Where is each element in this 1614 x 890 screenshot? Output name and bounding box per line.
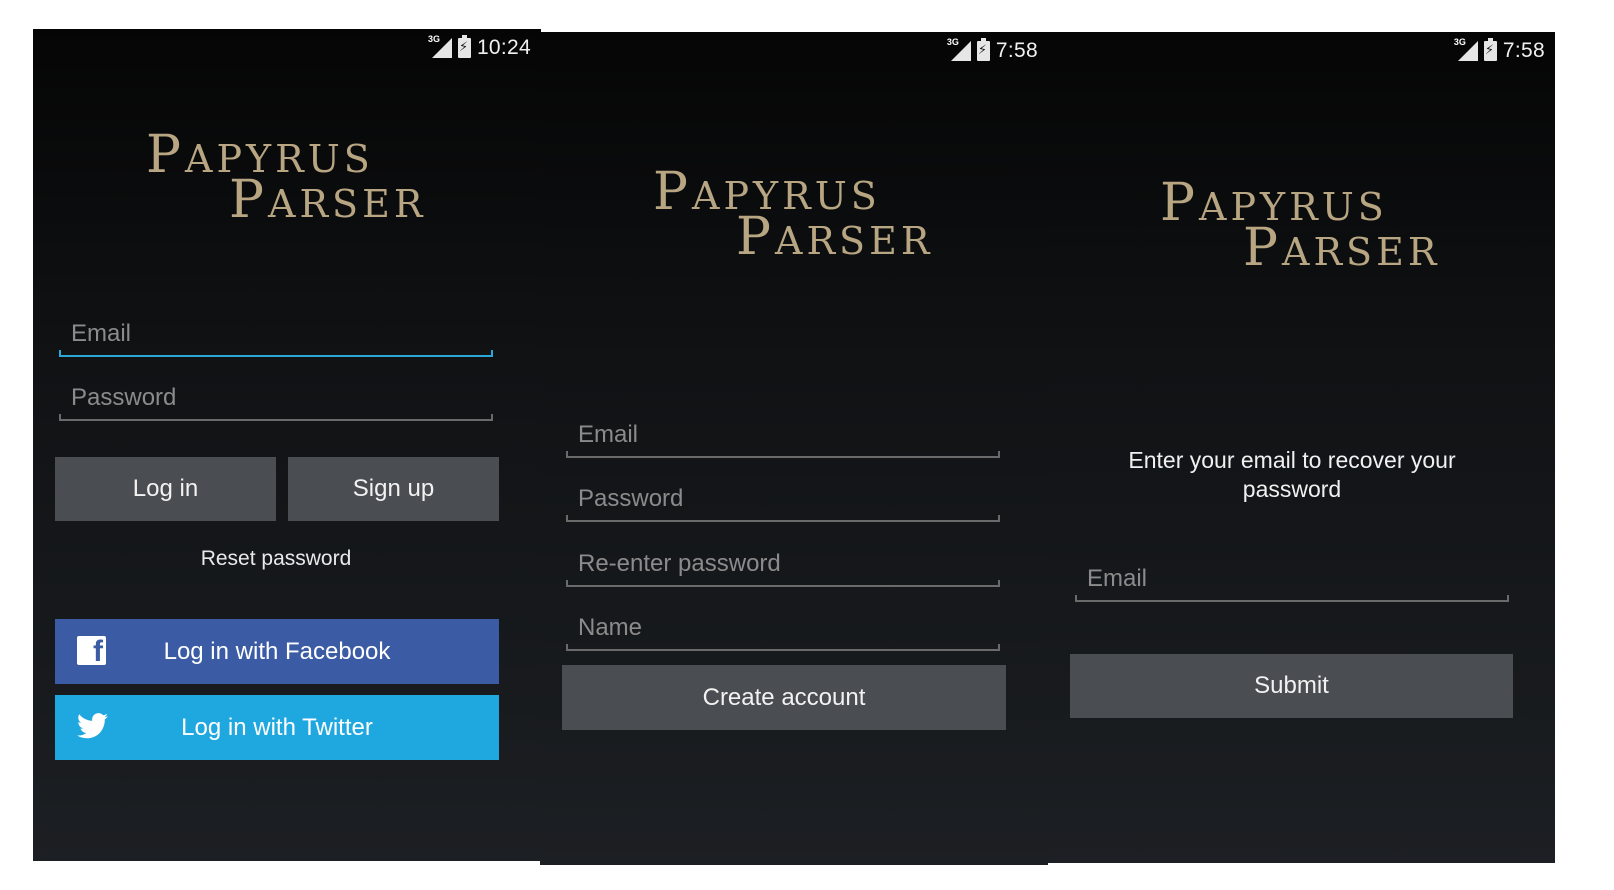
status-bar: 3G 7:58 [1454,36,1545,66]
facebook-login-button[interactable]: f Log in with Facebook [55,619,499,684]
email-field[interactable] [566,418,1000,458]
reset-password-screen: 3G 7:58 PAPYRUS PARSER Enter your email … [1047,32,1555,863]
name-input[interactable] [578,611,988,645]
name-field[interactable] [566,611,1000,651]
twitter-login-label: Log in with Twitter [181,713,373,741]
email-input[interactable] [71,317,481,351]
status-bar: 3G 10:24 [428,33,531,63]
recover-instructions: Enter your email to recover your passwor… [1128,447,1456,502]
login-button[interactable]: Log in [55,457,276,521]
logo-line-2: PARSER [1243,218,1441,278]
password-field[interactable] [566,482,1000,522]
status-bar: 3G 7:58 [947,36,1038,66]
twitter-icon [77,712,108,743]
login-screen: 3G 10:24 PAPYRUS PARSER Log in Sign up R… [33,29,541,861]
logo-line-2: PARSER [736,207,934,267]
create-account-button[interactable]: Create account [562,665,1006,730]
email-input[interactable] [578,418,988,452]
battery-icon [976,38,990,61]
reenter-password-input[interactable] [578,547,988,581]
email-field[interactable] [59,317,493,357]
reenter-password-field[interactable] [566,547,1000,587]
email-input[interactable] [1087,562,1497,596]
battery-icon [1483,38,1497,61]
signal-icon: 3G [428,34,452,60]
reset-password-link[interactable]: Reset password [33,547,519,571]
twitter-login-button[interactable]: Log in with Twitter [55,695,499,760]
status-time: 10:24 [476,36,531,59]
battery-icon [457,35,471,58]
signal-icon: 3G [947,37,971,63]
status-time: 7:58 [1502,39,1545,62]
password-field[interactable] [59,381,493,421]
facebook-login-label: Log in with Facebook [163,637,391,665]
signal-icon: 3G [1454,37,1478,63]
password-input[interactable] [578,482,988,516]
logo-line-2: PARSER [229,170,427,230]
facebook-icon: f [77,636,108,667]
status-time: 7:58 [995,39,1038,62]
signup-screen: 3G 7:58 PAPYRUS PARSER Create account [540,32,1048,865]
submit-button[interactable]: Submit [1070,654,1513,718]
password-input[interactable] [71,381,481,415]
signup-button[interactable]: Sign up [288,457,499,521]
email-field[interactable] [1075,562,1509,602]
